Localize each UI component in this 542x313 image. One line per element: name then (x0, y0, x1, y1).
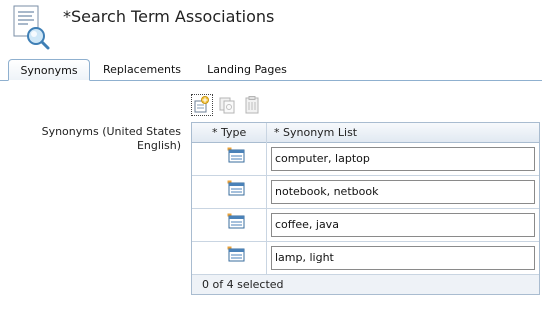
synonym-type-icon (227, 147, 245, 163)
synonyms-field-label: Synonyms (United States English) (41, 125, 181, 152)
tab-bar: Synonyms Replacements Landing Pages (0, 58, 542, 81)
synonym-type-icon (227, 180, 245, 196)
synonym-list-input[interactable]: coffee, java (271, 213, 535, 237)
synonym-list-input[interactable]: computer, laptop (271, 147, 535, 171)
delete-icon (245, 96, 259, 114)
synonym-grid: * Type * Synonym List computer, laptop n… (191, 122, 540, 295)
copy-button[interactable] (217, 95, 237, 115)
table-row[interactable]: coffee, java (192, 209, 539, 242)
delete-button[interactable] (242, 95, 262, 115)
column-header-type[interactable]: * Type (212, 123, 246, 142)
table-row[interactable]: computer, laptop (192, 143, 539, 176)
tab-label: Landing Pages (207, 63, 287, 76)
synonym-type-icon (227, 246, 245, 262)
column-header-synonym-list[interactable]: * Synonym List (274, 123, 357, 142)
table-row[interactable]: lamp, light (192, 242, 539, 275)
page-header: *Search Term Associations (0, 0, 542, 56)
page-title: *Search Term Associations (63, 7, 275, 26)
synonym-type-icon (227, 213, 245, 229)
tab-replacements[interactable]: Replacements (96, 59, 188, 80)
tab-synonyms[interactable]: Synonyms (8, 59, 90, 81)
tab-label: Replacements (102, 63, 181, 76)
grid-status-bar: 0 of 4 selected (192, 275, 539, 294)
table-row[interactable]: notebook, netbook (192, 176, 539, 209)
grid-toolbar (190, 94, 270, 117)
synonym-list-input[interactable]: notebook, netbook (271, 180, 535, 204)
selection-count: 0 of 4 selected (202, 278, 284, 291)
new-synonym-icon (194, 96, 209, 113)
tab-label: Synonyms (20, 64, 78, 77)
copy-icon (219, 97, 235, 114)
new-synonym-button[interactable] (191, 94, 213, 116)
synonym-list-input[interactable]: lamp, light (271, 246, 535, 270)
search-document-icon (12, 4, 52, 50)
grid-header: * Type * Synonym List (192, 123, 539, 143)
tab-landing-pages[interactable]: Landing Pages (198, 59, 296, 80)
